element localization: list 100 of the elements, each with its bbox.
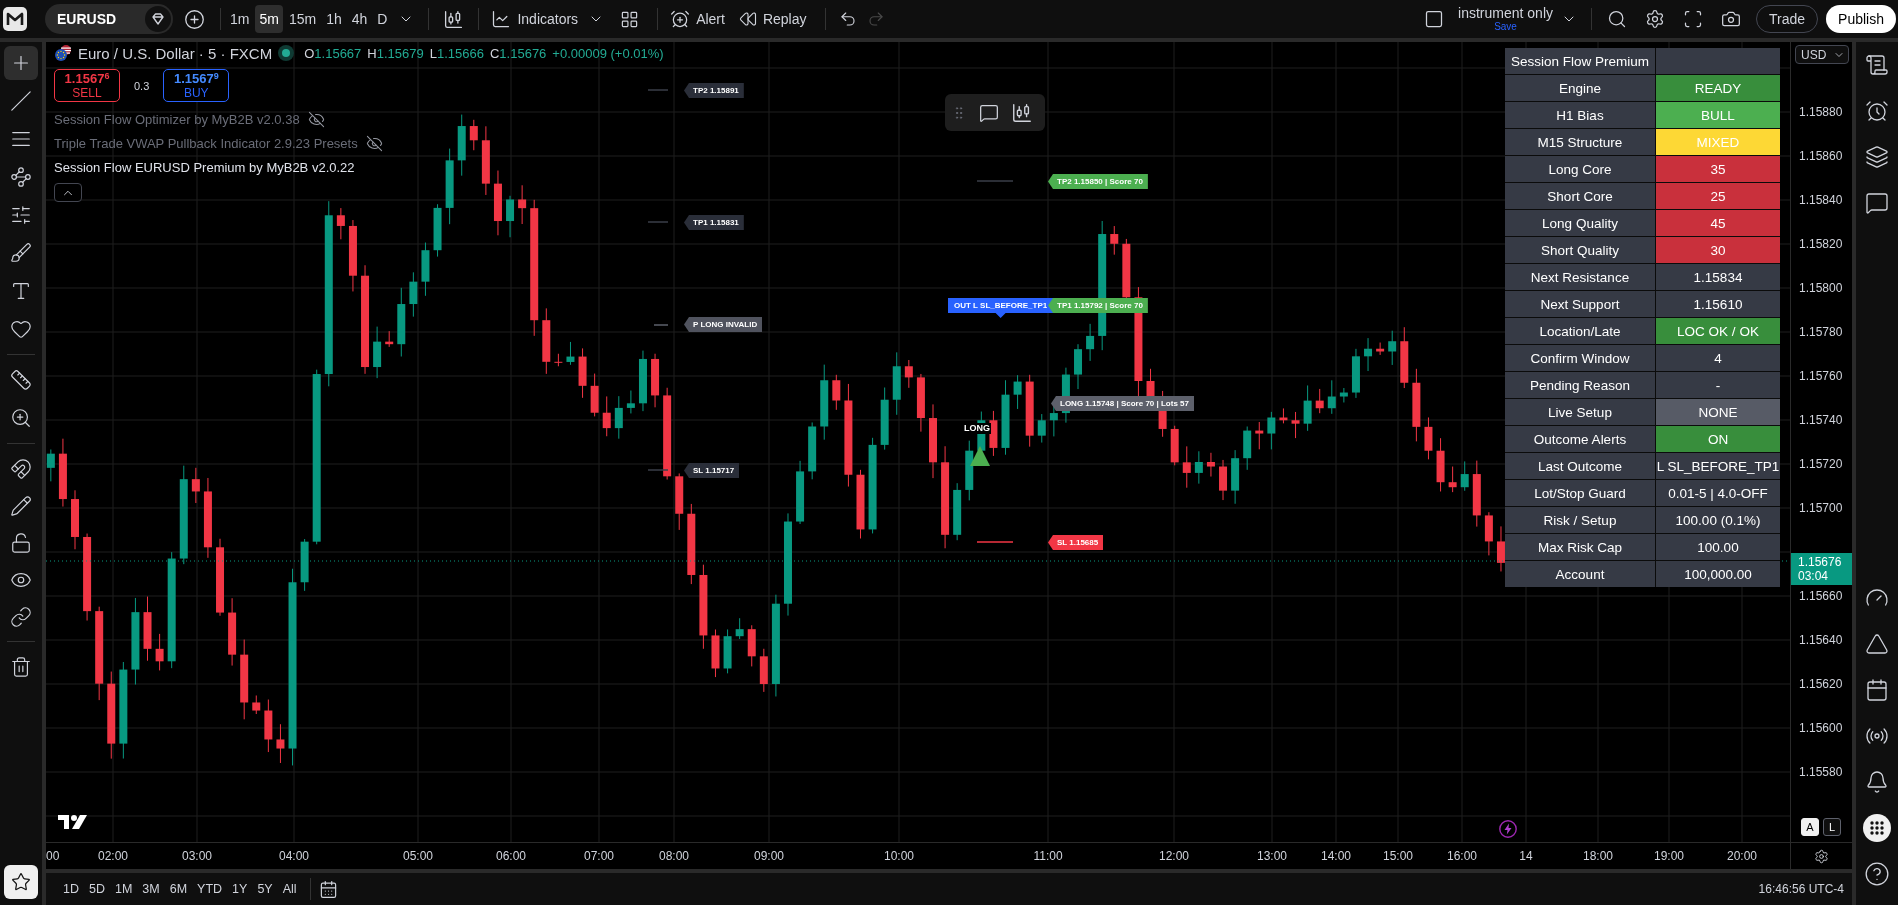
time-axis-label: 08:00 [659,849,689,863]
replay-button[interactable]: Replay [734,4,811,34]
waypoints-icon [10,166,32,188]
clock: 16:46:56 UTC-4 [1758,882,1844,896]
scale-mode-button[interactable]: L [1823,818,1841,836]
scale-mode-button[interactable]: A [1801,818,1819,836]
price-axis-label: 1.15600 [1799,721,1843,735]
crossed-eye-icon[interactable] [365,134,383,152]
search-icon[interactable] [1607,9,1627,29]
camera-icon[interactable] [1721,9,1741,29]
range-button[interactable]: YTD [192,877,228,901]
price-axis-label: 1.15580 [1799,765,1843,779]
publish-button[interactable]: Publish [1826,5,1896,33]
save-link[interactable]: Save [1494,22,1517,32]
grid-layout-icon[interactable] [620,9,640,29]
table-cell: ON [1656,426,1780,452]
calendar-icon[interactable] [1865,678,1889,702]
time-axis-label: 00 [46,849,60,863]
fullscreen-icon[interactable] [1683,9,1703,29]
time-axis-label: 03:00 [182,849,212,863]
candlestick-icon[interactable] [1011,101,1033,124]
price-axis-label: 1.15660 [1799,589,1843,603]
range-button[interactable]: 1Y [227,877,253,901]
table-cell: - [1656,372,1780,398]
price-change: +0.00009 (+0.01%) [552,45,664,61]
ohlc-label: H [367,45,377,61]
table-cell: L SL_BEFORE_TP1 [1656,453,1780,479]
range-button[interactable]: All [277,877,302,901]
price-axis-label: 1.15640 [1799,633,1843,647]
alarm-plus-icon [670,9,691,29]
chart-logo-icon[interactable] [58,814,88,830]
crossed-eye-icon[interactable] [307,110,325,128]
range-button[interactable]: 1M [109,877,138,901]
range-button[interactable]: 5Y [252,877,278,901]
favorites-button[interactable] [4,865,38,899]
ohlc-value: 1.15679 [376,45,424,61]
range-button[interactable]: 5D [84,877,110,901]
table-cell: Confirm Window [1505,345,1655,371]
undo-icon[interactable] [838,10,857,28]
pencil-icon[interactable] [10,494,32,517]
currency-dropdown[interactable]: USD [1795,45,1849,64]
help-icon[interactable] [1864,861,1890,887]
indicator-name[interactable]: Session Flow Optimizer by MyB2B v2.0.38 [54,111,300,127]
speech-bubble-icon[interactable] [979,102,999,123]
crosshair-tool[interactable] [4,46,38,80]
indicators-button[interactable]: Indicators [487,4,583,34]
table-cell: Max Risk Cap [1505,534,1655,560]
price-tag: TP2 1.15891 [684,83,744,98]
calendar-icon[interactable] [318,879,338,899]
alert-button[interactable]: Alert [666,4,729,34]
level-line [647,469,669,471]
speech-bubble-icon[interactable] [1865,191,1889,215]
interval-button[interactable]: 4h [347,5,372,33]
range-button[interactable]: 3M [137,877,165,901]
brand-logo-icon[interactable] [3,7,27,31]
interval-button[interactable]: 1h [322,5,346,33]
link-icon[interactable] [10,605,32,628]
layers-icon[interactable] [1865,145,1889,169]
magnet-icon[interactable] [10,457,32,480]
table-cell: NONE [1656,399,1780,425]
sell-button[interactable]: 1.1567$^{6}$ SELL [54,69,120,102]
range-button[interactable]: 1D [58,877,84,901]
settings-icon[interactable] [1814,848,1829,864]
symbol-search-button[interactable]: EURUSD [45,4,173,34]
list-document-icon[interactable] [1865,53,1889,77]
apps-grid-icon[interactable] [1863,814,1891,842]
price-axis-label: 1.15720 [1799,457,1843,471]
time-axis-label: 20:00 [1727,849,1757,863]
interval-button[interactable]: 15m [284,5,321,33]
interval-button[interactable]: 5m [255,5,283,33]
price-tag: P LONG INVALID [684,317,763,332]
table-cell: Long Core [1505,156,1655,182]
alarm-clock-icon[interactable] [1865,99,1889,123]
lightning-icon[interactable] [1499,820,1517,838]
range-button[interactable]: 6M [164,877,193,901]
level-line [647,221,669,223]
triangle-icon[interactable] [1865,632,1889,656]
signal-label: LONG [963,423,991,434]
time-axis-label: 09:00 [754,849,784,863]
indicator-name[interactable]: Session Flow EURUSD Premium by MyB2B v2.0.22 [54,159,355,175]
ohlc-label: O [304,45,315,61]
candlestick-icon[interactable] [443,8,465,30]
table-cell: Account [1505,561,1655,587]
layout-name[interactable]: instrument only [1458,6,1553,20]
price-axis-label: 1.15840 [1799,193,1843,207]
table-cell: Short Core [1505,183,1655,209]
unlocked-padlock-icon[interactable] [10,531,32,554]
bell-icon[interactable] [1865,770,1889,794]
time-axis-label: 07:00 [584,849,614,863]
buy-button[interactable]: 1.1567$^{9}$ BUY [163,69,230,102]
interval-button[interactable]: 1m [226,5,254,33]
square-icon[interactable] [1424,9,1445,29]
indicator-name[interactable]: Triple Trade VWAP Pullback Indicator 2.9.23 Presets [54,135,358,151]
ohlc-label: C [489,45,500,61]
level-line [653,324,669,326]
rewind-icon [738,10,757,28]
settings-icon[interactable] [1645,9,1665,29]
interval-button[interactable]: D [373,5,392,33]
trash-icon[interactable] [10,655,32,678]
add-circle-icon[interactable] [184,8,205,30]
